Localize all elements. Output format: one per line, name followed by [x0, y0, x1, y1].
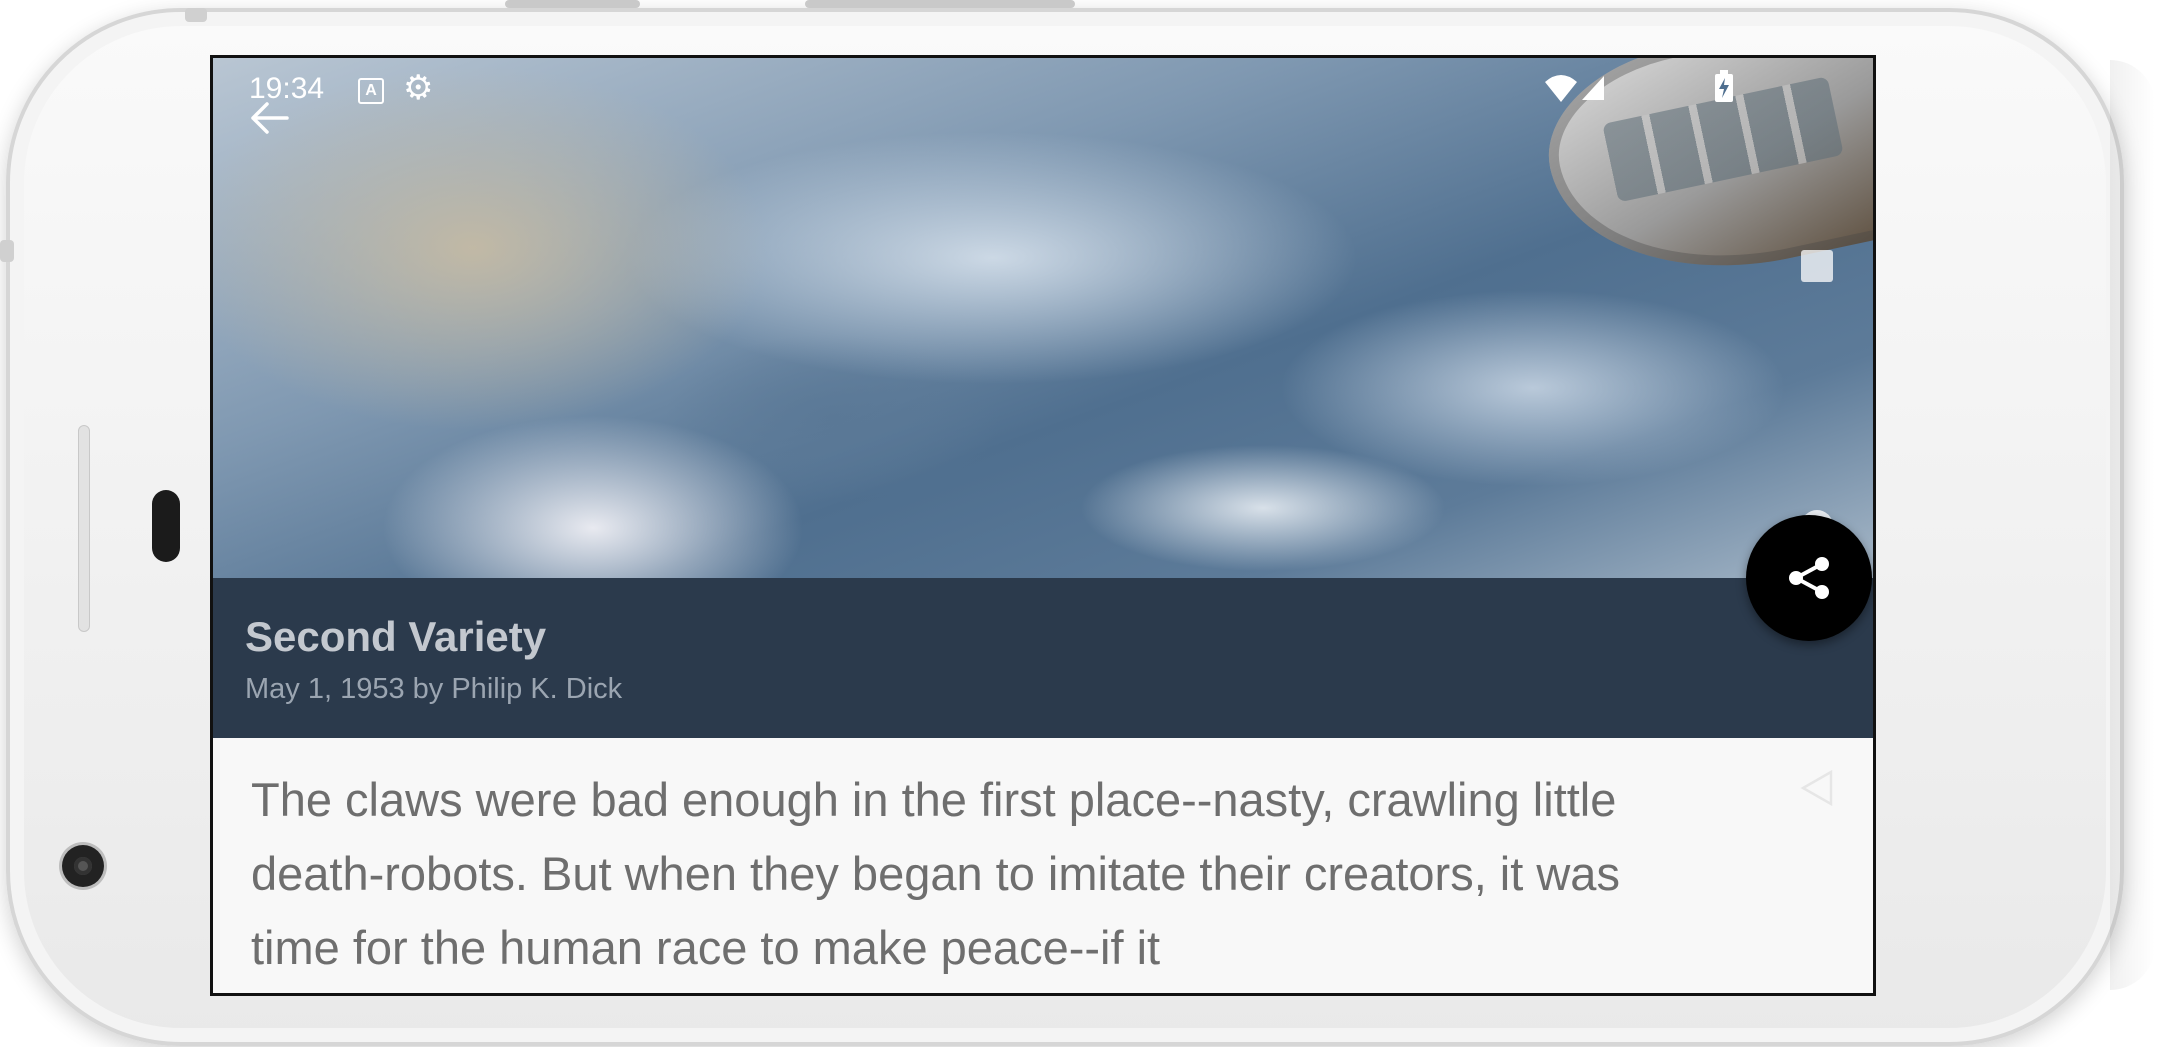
speaker-grille — [78, 425, 90, 632]
power-button — [805, 0, 1075, 8]
battery-charging-icon — [1715, 70, 1733, 102]
screen: 19:34 A ⚙ Second Variety May 1, 1953 by … — [210, 55, 1876, 996]
proximity-sensor — [152, 490, 180, 562]
recents-icon[interactable] — [1801, 250, 1833, 282]
share-icon — [1789, 557, 1829, 599]
article-body: The claws were bad enough in the first p… — [251, 773, 1620, 974]
article-header: Second Variety May 1, 1953 by Philip K. … — [213, 578, 1873, 738]
settings-icon: ⚙ — [403, 69, 434, 107]
arrow-back-icon[interactable] — [247, 96, 291, 140]
back-icon[interactable] — [1799, 768, 1835, 808]
side-notch-top — [185, 8, 207, 22]
volume-button — [505, 0, 640, 8]
wifi-icon — [1545, 75, 1577, 102]
device-shadow — [2110, 60, 2155, 990]
share-button[interactable] — [1746, 515, 1872, 641]
text-notification-icon: A — [358, 78, 384, 104]
signal-icon — [1582, 76, 1604, 100]
side-notch-left — [0, 240, 14, 262]
article-title: Second Variety — [245, 613, 547, 660]
article-byline: May 1, 1953 by Philip K. Dick — [245, 673, 623, 705]
front-camera — [62, 845, 104, 887]
hero-image — [213, 58, 1873, 578]
